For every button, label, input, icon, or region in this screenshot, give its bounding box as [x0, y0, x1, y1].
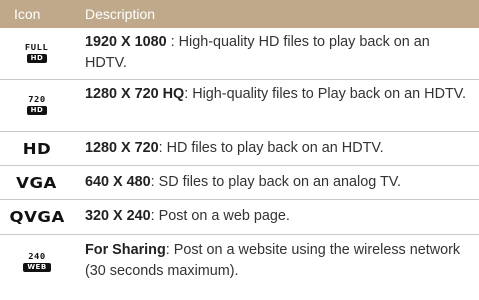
row-description: 1280 X 720 HQ: High-quality files to Pla… — [85, 84, 469, 105]
icon-label: VGA — [16, 173, 58, 192]
resolution-label: 1280 X 720 HQ — [85, 86, 185, 102]
resolution-label: For Sharing — [85, 242, 166, 258]
row-description: For Sharing: Post on a website using the… — [85, 240, 469, 282]
icon-top-label: FULL — [25, 43, 49, 52]
description-column-header: Description — [85, 6, 156, 22]
icon-top-label: 240 — [28, 251, 46, 261]
table-row: HD 1280 X 720: HD files to play back on … — [0, 132, 479, 166]
web-sharing-icon: 240 WEB — [0, 235, 74, 289]
row-description: 1280 X 720: HD files to play back on an … — [85, 138, 469, 159]
table-row: VGA 640 X 480: SD files to play back on … — [0, 166, 479, 200]
icon-top-label: 720 — [28, 95, 46, 104]
row-description: 1920 X 1080 : High-quality HD files to p… — [85, 32, 469, 74]
description-text: : High-quality files to Play back on an … — [184, 86, 467, 102]
vga-icon: VGA — [0, 166, 74, 199]
row-description: 320 X 240: Post on a web page. — [85, 206, 469, 227]
row-description: 640 X 480: SD files to play back on an a… — [85, 172, 469, 193]
icon-column-header: Icon — [14, 6, 41, 22]
720-hd-icon: 720 HD — [0, 80, 74, 131]
table-row: 240 WEB For Sharing: Post on a website u… — [0, 235, 479, 289]
description-text: : SD files to play back on an analog TV. — [150, 174, 402, 190]
resolution-label: 320 X 240 — [85, 208, 151, 224]
hd-icon: HD — [0, 132, 74, 165]
description-text: : Post on a web page. — [150, 208, 290, 224]
qvga-icon: QVGA — [0, 200, 74, 234]
description-text: : HD files to play back on an HDTV. — [158, 140, 384, 156]
table-header: Icon Description — [0, 0, 479, 28]
icon-badge-label: HD — [26, 54, 48, 63]
table-row: FULL HD 1920 X 1080 : High-quality HD fi… — [0, 28, 479, 80]
resolution-label: 640 X 480 — [85, 174, 151, 190]
table-row: 720 HD 1280 X 720 HQ: High-quality files… — [0, 80, 479, 132]
resolution-label: 1920 X 1080 — [85, 34, 167, 50]
table-row: QVGA 320 X 240: Post on a web page. — [0, 200, 479, 235]
full-hd-icon: FULL HD — [0, 28, 74, 79]
icon-label: HD — [22, 139, 52, 158]
resolution-label: 1280 X 720 — [85, 140, 159, 156]
icon-badge-label: WEB — [23, 262, 51, 272]
resolution-table: Icon Description FULL HD 1920 X 1080 : H… — [0, 0, 479, 300]
icon-badge-label: HD — [26, 106, 48, 115]
icon-label: QVGA — [9, 208, 65, 226]
